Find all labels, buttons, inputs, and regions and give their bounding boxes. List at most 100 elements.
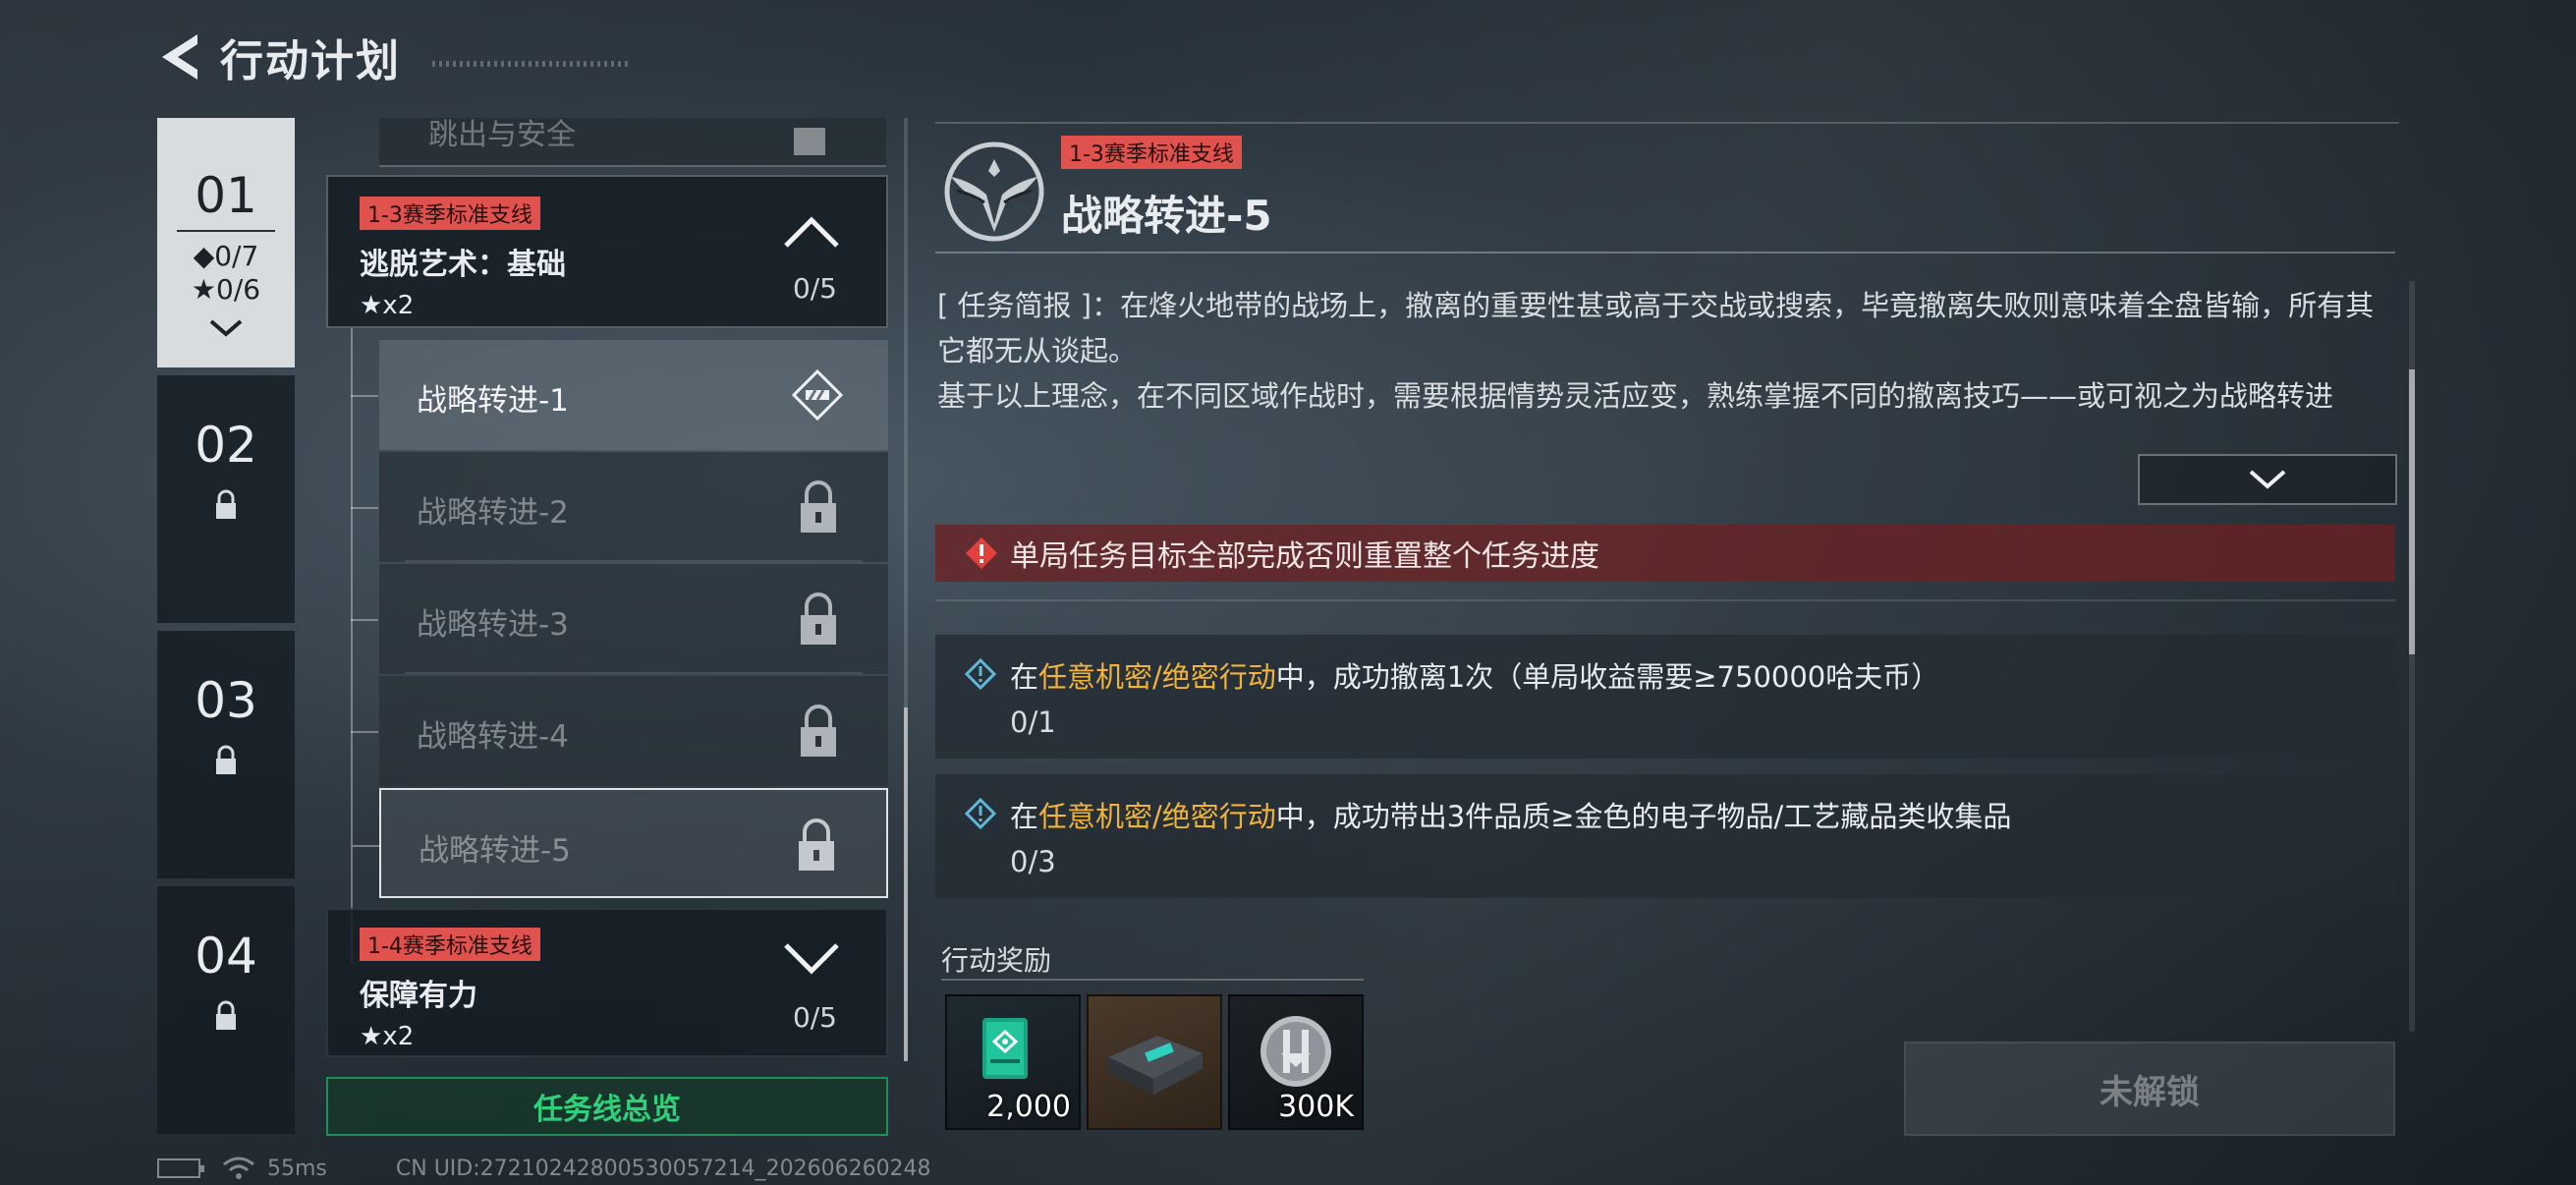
expand-brief-button[interactable] bbox=[2138, 454, 2397, 505]
chevron-down-icon[interactable] bbox=[782, 939, 841, 979]
scrollbar-thumb[interactable] bbox=[904, 707, 908, 1061]
quest-list: 跳出与安全 1-3赛季标准支线 逃脱艺术：基础 ★x2 0/5 战略转进-1 战… bbox=[326, 118, 888, 1061]
chapter-tab-02[interactable]: 02 bbox=[157, 375, 295, 623]
reset-warning: 单局任务目标全部完成否则重置整个任务进度 bbox=[935, 525, 2395, 582]
chapter-number: 03 bbox=[195, 672, 257, 729]
objective-progress: 0/3 bbox=[1010, 845, 1056, 878]
mission-detail: 1-3赛季标准支线 战略转进-5 [ 任务简报 ]：在烽火地带的战场上，撤离的重… bbox=[935, 118, 2415, 1130]
lock-icon bbox=[801, 705, 836, 757]
partial-item-label: 跳出与安全 bbox=[428, 118, 576, 152]
chevron-up-icon[interactable] bbox=[782, 212, 841, 252]
objective-item: 在任意机密/绝密行动中，成功带出3件品质≥金色的电子物品/工艺藏品类收集品 0/… bbox=[935, 774, 2395, 898]
season-tag: 1-3赛季标准支线 bbox=[1061, 136, 1242, 169]
reward-item-silver-coin[interactable]: 300K bbox=[1228, 994, 1364, 1130]
objective-suffix: 中，成功撤离1次（单局收益需要≥750000哈夫币） bbox=[1275, 660, 1940, 694]
objective-progress: 0/1 bbox=[1010, 705, 1056, 739]
chapter-tab-03[interactable]: 03 bbox=[157, 631, 295, 878]
subtask-item-selected[interactable]: 战略转进-5 bbox=[353, 788, 888, 898]
divider bbox=[935, 252, 2395, 254]
lock-icon bbox=[801, 592, 836, 645]
chapter-divider bbox=[177, 230, 275, 232]
scrollbar-thumb[interactable] bbox=[2409, 369, 2415, 654]
header: 行动计划 bbox=[157, 28, 401, 86]
objective-prefix: 在 bbox=[1010, 800, 1039, 833]
subtask-label: 战略转进-5 bbox=[419, 833, 571, 869]
lock-icon bbox=[799, 818, 834, 871]
in-progress-diamond-icon bbox=[791, 368, 844, 422]
status-bar: 55ms CN UID:27210242800530057214_2026062… bbox=[157, 1156, 931, 1181]
reward-amount: 2,000 bbox=[986, 1090, 1071, 1124]
objective-suffix: 中，成功带出3件品质≥金色的电子物品/工艺藏品类收集品 bbox=[1275, 800, 2012, 833]
reward-item-equipment-case[interactable] bbox=[1087, 994, 1222, 1130]
objective-text: 在任意机密/绝密行动中，成功带出3件品质≥金色的电子物品/工艺藏品类收集品 bbox=[1010, 794, 2011, 835]
list-item-partial[interactable]: 跳出与安全 bbox=[379, 118, 886, 167]
lock-icon bbox=[216, 1000, 236, 1030]
chapter-tab-01[interactable]: 01 ◆0/7 ★0/6 bbox=[157, 118, 295, 367]
subtask-item[interactable]: 战略转进-4 bbox=[351, 676, 888, 786]
subtask-label: 战略转进-4 bbox=[417, 719, 569, 755]
subtask-label: 战略转进-3 bbox=[417, 607, 569, 643]
reward-amount: 300K bbox=[1278, 1090, 1354, 1124]
objective-prefix: 在 bbox=[1010, 660, 1039, 694]
chapter-tab-04[interactable]: 04 bbox=[157, 886, 295, 1134]
tree-connector bbox=[351, 619, 378, 621]
star-progress: ★0/6 bbox=[191, 273, 261, 306]
tree-connector bbox=[351, 395, 378, 397]
group-progress: 0/5 bbox=[792, 1001, 837, 1034]
item-divider bbox=[405, 672, 863, 674]
battery-icon bbox=[157, 1158, 204, 1178]
questline-overview-button[interactable]: 任务线总览 bbox=[326, 1077, 888, 1136]
diamond-progress: ◆0/7 bbox=[193, 240, 259, 272]
divider bbox=[941, 979, 1364, 981]
mission-title: 战略转进-5 bbox=[1061, 192, 1272, 240]
subtask-item[interactable]: 战略转进-1 bbox=[351, 340, 888, 450]
back-arrow-icon bbox=[162, 34, 197, 80]
objective-item: 在任意机密/绝密行动中，成功撤离1次（单局收益需要≥750000哈夫币） 0/1 bbox=[935, 635, 2395, 759]
wifi-icon bbox=[223, 1157, 254, 1179]
tree-connector bbox=[351, 507, 378, 509]
season-tag: 1-3赛季标准支线 bbox=[360, 197, 540, 230]
locked-status-button[interactable]: 未解锁 bbox=[1904, 1042, 2395, 1136]
subtask-item[interactable]: 战略转进-3 bbox=[351, 564, 888, 674]
lock-icon bbox=[801, 480, 836, 533]
chevron-down-icon bbox=[209, 319, 243, 337]
tree-line bbox=[351, 328, 353, 965]
reward-item-green-card[interactable]: 2,000 bbox=[945, 994, 1081, 1130]
group-progress: 0/5 bbox=[792, 272, 837, 305]
subtask-label: 战略转进-1 bbox=[417, 383, 569, 419]
objective-text: 在任意机密/绝密行动中，成功撤离1次（单局收益需要≥750000哈夫币） bbox=[1010, 654, 1939, 696]
quest-group-escape-art[interactable]: 1-3赛季标准支线 逃脱艺术：基础 ★x2 0/5 bbox=[326, 175, 888, 328]
item-divider bbox=[405, 560, 863, 562]
subtask-label: 战略转进-2 bbox=[417, 495, 569, 531]
list-scrollbar[interactable] bbox=[904, 118, 908, 1061]
tree-connector bbox=[351, 731, 378, 733]
season-tag: 1-4赛季标准支线 bbox=[360, 928, 540, 961]
brief-text: [ 任务简报 ]：在烽火地带的战场上，撤离的重要性甚或高于交战或搜索，毕竟撤离失… bbox=[937, 289, 2375, 413]
quest-group-guarantee[interactable]: 1-4赛季标准支线 保障有力 ★x2 0/5 bbox=[326, 908, 888, 1057]
lock-icon bbox=[216, 745, 236, 774]
info-diamond-icon bbox=[965, 658, 996, 690]
title-decoration bbox=[432, 61, 629, 67]
detail-scrollbar[interactable] bbox=[2409, 281, 2415, 1032]
divider bbox=[935, 122, 2399, 124]
back-button[interactable] bbox=[157, 29, 202, 85]
page-title: 行动计划 bbox=[220, 36, 401, 86]
objective-highlight: 任意机密/绝密行动 bbox=[1038, 800, 1276, 833]
eagle-emblem-icon bbox=[944, 141, 1044, 242]
reward-title: 行动奖励 bbox=[941, 944, 1052, 977]
divider bbox=[935, 599, 2395, 601]
subtask-item[interactable]: 战略转进-2 bbox=[351, 452, 888, 562]
mission-brief: [ 任务简报 ]：在烽火地带的战场上，撤离的重要性甚或高于交战或搜索，毕竟撤离失… bbox=[937, 283, 2381, 562]
tree-connector bbox=[353, 845, 380, 847]
equipment-case-icon bbox=[1108, 1036, 1203, 1095]
lock-icon bbox=[794, 128, 825, 155]
chapter-number: 02 bbox=[195, 417, 257, 474]
warning-icon bbox=[966, 537, 997, 569]
uid-text: CN UID:27210242800530057214_202606260248 bbox=[395, 1156, 931, 1181]
ping-text: 55ms bbox=[267, 1156, 327, 1181]
objective-highlight: 任意机密/绝密行动 bbox=[1038, 660, 1276, 694]
warning-text: 单局任务目标全部完成否则重置整个任务进度 bbox=[1010, 539, 1599, 574]
chapter-number: 04 bbox=[195, 928, 257, 985]
chapter-number: 01 bbox=[195, 167, 257, 224]
lock-icon bbox=[216, 489, 236, 519]
